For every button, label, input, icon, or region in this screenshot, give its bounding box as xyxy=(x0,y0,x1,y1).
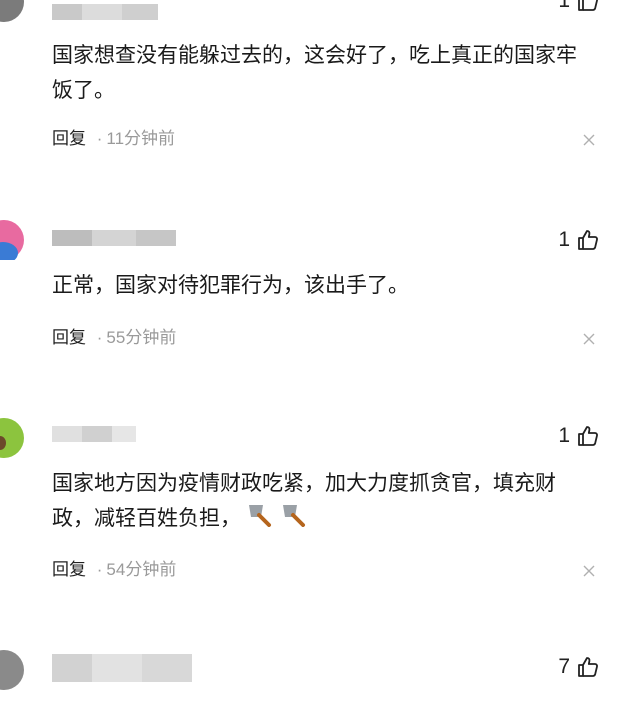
reply-row: 回复 · 54分钟前 xyxy=(52,558,176,582)
username-blurred[interactable] xyxy=(52,4,158,20)
close-icon[interactable] xyxy=(582,133,596,147)
username-blurred[interactable] xyxy=(52,426,136,442)
close-icon[interactable] xyxy=(582,332,596,346)
thumbs-up-icon xyxy=(578,426,598,446)
reply-row: 回复 · 55分钟前 xyxy=(52,326,176,350)
like-button[interactable]: 1 xyxy=(558,421,600,451)
cleaver-icon xyxy=(279,501,309,538)
like-button[interactable]: 1 xyxy=(558,225,600,255)
username-blurred[interactable] xyxy=(52,654,192,682)
reply-row: 回复 · 11分钟前 xyxy=(52,127,175,151)
thumbs-up-icon xyxy=(578,0,598,11)
username-blurred[interactable] xyxy=(52,230,176,246)
like-button[interactable]: 7 xyxy=(558,652,600,682)
avatar[interactable] xyxy=(0,650,34,690)
comment-text: 正常，国家对待犯罪行为，该出手了。 xyxy=(52,274,409,297)
avatar[interactable] xyxy=(0,0,34,22)
cleaver-icon xyxy=(245,501,275,538)
reply-button[interactable]: 回复 xyxy=(52,560,86,579)
comment-text: 国家地方因为疫情财政吃紧，加大力度抓贪官，填充财政，减轻百姓负担， xyxy=(52,466,592,538)
avatar[interactable] xyxy=(0,418,34,458)
like-count: 1 xyxy=(558,424,570,447)
timestamp: · 55分钟前 xyxy=(96,328,177,347)
like-count: 7 xyxy=(558,655,570,678)
thumbs-up-icon xyxy=(578,657,598,677)
avatar[interactable] xyxy=(0,220,34,260)
reply-button[interactable]: 回复 xyxy=(52,129,86,148)
reply-button[interactable]: 回复 xyxy=(52,328,86,347)
thumbs-up-icon xyxy=(578,230,598,250)
timestamp: · 54分钟前 xyxy=(96,560,177,579)
timestamp: · 11分钟前 xyxy=(96,129,176,148)
like-count: 1 xyxy=(558,228,570,251)
like-count: 1 xyxy=(558,0,570,12)
close-icon[interactable] xyxy=(582,564,596,578)
like-button[interactable]: 1 xyxy=(558,0,600,16)
comment-text: 国家想查没有能躲过去的，这会好了，吃上真正的国家牢饭了。 xyxy=(52,44,577,102)
